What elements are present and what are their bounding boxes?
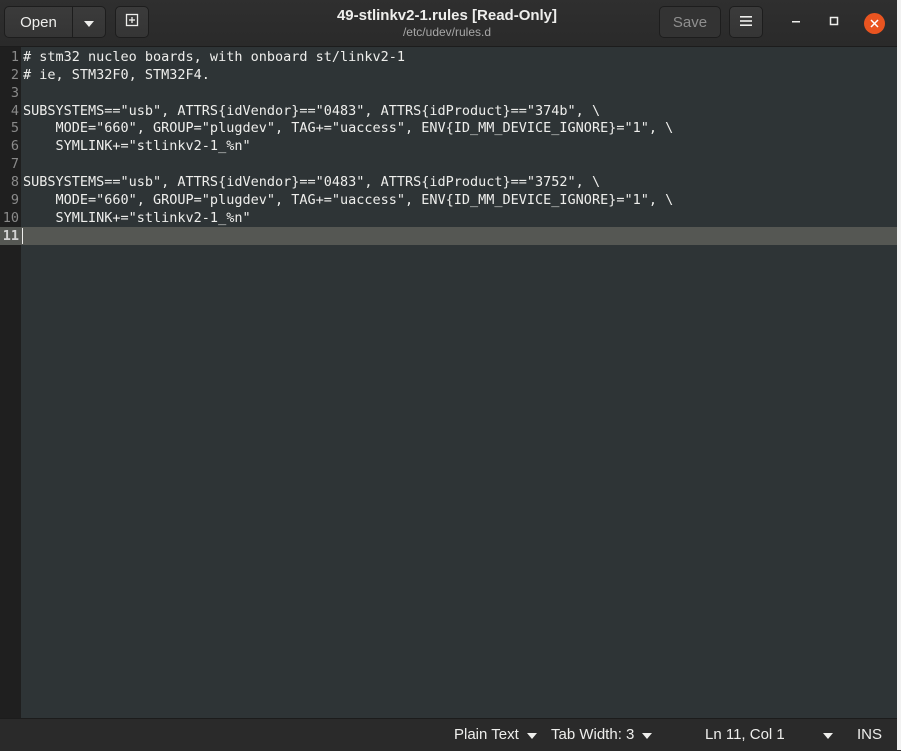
line-number: 3 (10, 84, 19, 101)
line-text: SYMLINK+="stlinkv2-1_%n" (23, 138, 251, 155)
line-number: 5 (10, 120, 19, 137)
chevron-down-icon (642, 726, 653, 743)
insert-mode-indicator[interactable]: INS (857, 726, 882, 743)
window-title-area: 49-stlinkv2-1.rules [Read-Only] /etc/ude… (250, 7, 644, 39)
line-text: MODE="660", GROUP="plugdev", TAG+="uacce… (23, 191, 674, 208)
code-line[interactable]: 11 (0, 226, 897, 245)
text-editor-area[interactable]: 1 # stm32 nucleo boards, with onboard st/… (0, 47, 897, 718)
code-line[interactable]: 9 MODE="660", GROUP="plugdev", TAG+="uac… (0, 191, 897, 209)
background-window-edge (897, 0, 901, 750)
code-line[interactable]: 1 # stm32 nucleo boards, with onboard st/… (0, 48, 897, 66)
line-number: 7 (10, 156, 19, 173)
save-button-label: Save (672, 13, 708, 31)
hamburger-menu-icon (739, 14, 753, 31)
maximize-icon (828, 14, 840, 32)
text-cursor (22, 227, 23, 244)
tab-width-label: Tab Width: 3 (551, 726, 635, 743)
new-document-button[interactable] (115, 6, 149, 38)
close-icon (863, 12, 885, 34)
line-number: 6 (10, 138, 19, 155)
open-recent-menu-button[interactable] (72, 6, 106, 38)
language-selector[interactable]: Plain Text (454, 726, 537, 743)
line-number: 10 (2, 209, 19, 226)
open-button-label: Open (20, 13, 57, 31)
main-menu-button[interactable] (729, 6, 763, 38)
line-text: SUBSYSTEMS=="usb", ATTRS{idVendor}=="048… (23, 102, 601, 119)
code-line[interactable]: 4 SUBSYSTEMS=="usb", ATTRS{idVendor}=="04… (0, 102, 897, 120)
code-line[interactable]: 7 (0, 155, 897, 173)
cursor-position-label: Ln 11, Col 1 (705, 726, 785, 743)
line-number: 11 (2, 227, 19, 244)
code-line[interactable]: 3 (0, 84, 897, 102)
code-line[interactable]: 6 SYMLINK+="stlinkv2-1_%n" (0, 137, 897, 155)
text-editor-window: Open 49-stlinkv2-1.rules [Read-Only] /et… (0, 0, 897, 751)
close-button[interactable] (860, 9, 888, 37)
line-number: 8 (10, 173, 19, 190)
line-number: 9 (10, 191, 19, 208)
save-button[interactable]: Save (659, 6, 721, 38)
tab-width-selector[interactable]: Tab Width: 3 (551, 726, 653, 743)
line-number: 2 (10, 66, 19, 83)
line-text: SUBSYSTEMS=="usb", ATTRS{idVendor}=="048… (23, 173, 601, 190)
line-number: 4 (10, 102, 19, 119)
minimize-icon (790, 14, 802, 32)
window-title: 49-stlinkv2-1.rules [Read-Only] (336, 7, 558, 24)
line-text: # stm32 nucleo boards, with onboard st/l… (23, 49, 406, 65)
line-text: SYMLINK+="stlinkv2-1_%n" (23, 209, 251, 226)
line-text: MODE="660", GROUP="plugdev", TAG+="uacce… (23, 120, 674, 137)
code-line[interactable]: 10 SYMLINK+="stlinkv2-1_%n" (0, 209, 897, 227)
cursor-position-selector[interactable]: Ln 11, Col 1 (705, 726, 833, 743)
chevron-down-icon (822, 726, 833, 743)
chevron-down-icon (526, 726, 537, 743)
new-document-icon (124, 12, 140, 32)
code-line[interactable]: 2 # ie, STM32F0, STM32F4. (0, 66, 897, 84)
line-text: # ie, STM32F0, STM32F4. (23, 66, 210, 83)
minimize-button[interactable] (782, 9, 810, 37)
code-line[interactable]: 5 MODE="660", GROUP="plugdev", TAG+="uac… (0, 119, 897, 137)
status-bar: Plain Text Tab Width: 3 Ln 11, Col 1 INS (0, 718, 897, 751)
line-number: 1 (10, 49, 19, 65)
window-subtitle: /etc/udev/rules.d (402, 25, 492, 39)
open-button[interactable]: Open (4, 6, 73, 38)
header-bar: Open 49-stlinkv2-1.rules [Read-Only] /et… (0, 0, 897, 47)
insert-mode-label: INS (857, 726, 883, 743)
chevron-down-icon (84, 14, 94, 31)
code-line[interactable]: 8 SUBSYSTEMS=="usb", ATTRS{idVendor}=="04… (0, 173, 897, 191)
language-label: Plain Text (454, 726, 519, 743)
maximize-button[interactable] (820, 9, 848, 37)
